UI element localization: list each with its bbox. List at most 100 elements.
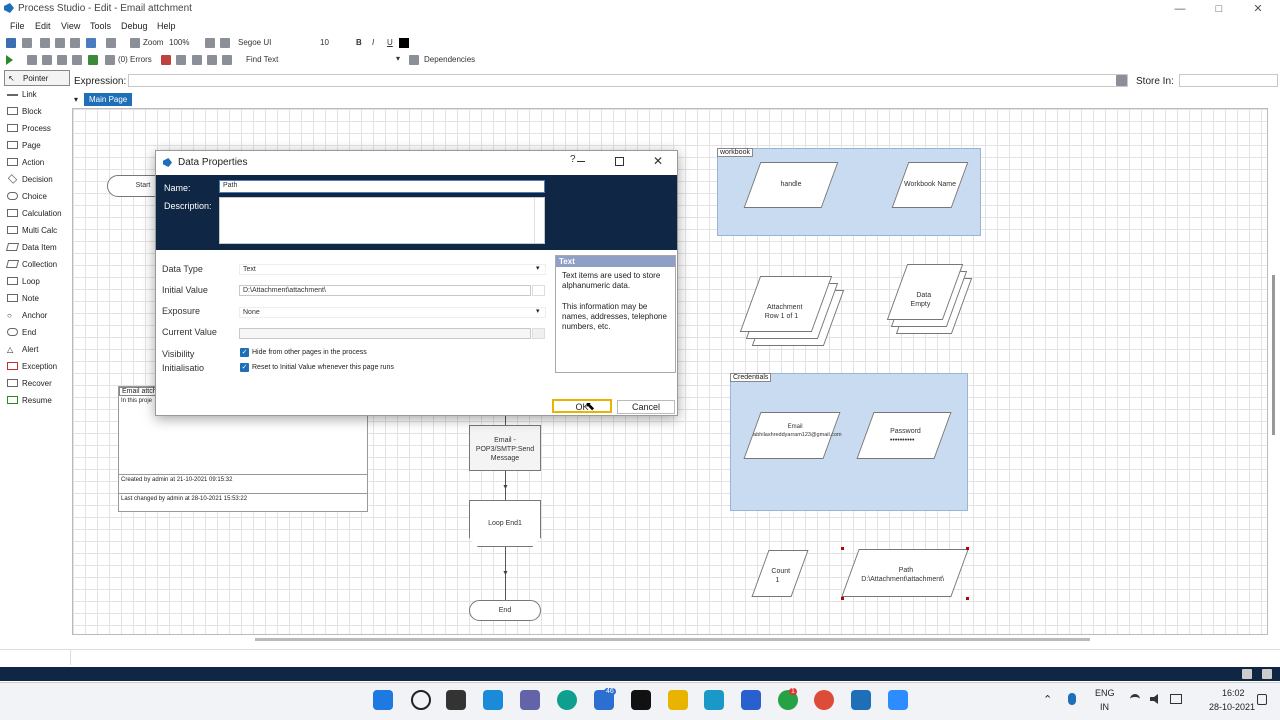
palette-recover[interactable]: Recover — [4, 376, 70, 392]
data-type-select[interactable]: Text — [239, 264, 546, 275]
palette-anchor[interactable]: ○ Anchor — [4, 308, 70, 324]
print-icon[interactable] — [22, 38, 32, 48]
expression-list-icon[interactable] — [1116, 75, 1127, 86]
palette-data-item[interactable]: Data Item — [4, 240, 70, 256]
chrome-icon[interactable] — [814, 690, 834, 710]
find-text-input[interactable]: Find Text — [246, 55, 278, 64]
step-over-icon[interactable] — [57, 55, 67, 65]
palette-note[interactable]: Note — [4, 291, 70, 307]
data-type-dropdown-icon[interactable]: ▾ — [536, 264, 540, 272]
snap-icon[interactable] — [207, 55, 217, 65]
zoom-select[interactable]: 100% — [169, 38, 189, 47]
workbook-name-data-item[interactable]: Workbook Name — [891, 162, 969, 208]
dialog-minimize-button[interactable] — [577, 161, 585, 162]
copy-icon[interactable] — [55, 38, 65, 48]
language-code[interactable]: ENG — [1095, 688, 1115, 698]
page-dropdown-icon[interactable]: ▾ — [74, 95, 78, 104]
prime-video-icon[interactable] — [704, 690, 724, 710]
palette-collection[interactable]: Collection — [4, 257, 70, 273]
end-stage[interactable]: End — [469, 600, 541, 621]
handle-data-item[interactable]: handle — [743, 162, 839, 208]
horizontal-scrollbar[interactable] — [255, 638, 1090, 641]
font-select[interactable]: Segoe UI — [238, 38, 271, 47]
selection-handle[interactable] — [966, 597, 969, 600]
save-icon[interactable] — [6, 38, 16, 48]
step-out-icon[interactable] — [72, 55, 82, 65]
blue-prism-icon[interactable] — [851, 690, 871, 710]
palette-resume[interactable]: Resume — [4, 393, 70, 409]
palette-multi-calc[interactable]: Multi Calc — [4, 223, 70, 239]
vertical-scrollbar[interactable] — [1272, 275, 1275, 435]
palette-action[interactable]: Action — [4, 155, 70, 171]
redo-icon[interactable] — [106, 38, 116, 48]
expression-input[interactable] — [128, 74, 1128, 87]
language-region[interactable]: IN — [1100, 702, 1109, 712]
email-action-stage[interactable]: Email - POP3/SMTP:Send Message — [469, 425, 541, 471]
font-size-select[interactable]: 10 — [320, 38, 329, 47]
description-input[interactable] — [219, 197, 545, 244]
wifi-icon[interactable] — [1130, 694, 1140, 704]
selection-handle[interactable] — [841, 547, 844, 550]
dependencies-icon[interactable] — [409, 55, 419, 65]
layout-toggle-icon[interactable] — [1242, 669, 1252, 679]
link-icon[interactable] — [176, 55, 186, 65]
italic-button[interactable]: I — [372, 38, 374, 47]
zoom-in-icon[interactable] — [205, 38, 215, 48]
menu-help[interactable]: Help — [157, 21, 176, 31]
breakpoint-icon[interactable] — [161, 55, 171, 65]
dialog-help-button[interactable]: ? — [570, 154, 576, 165]
zoom-app-icon[interactable] — [888, 690, 908, 710]
menu-view[interactable]: View — [61, 21, 80, 31]
errors-button[interactable]: (0) Errors — [118, 55, 152, 64]
email-data-item[interactable]: Email abhilashreddyarram123@gmail.com — [743, 412, 842, 459]
palette-loop[interactable]: Loop — [4, 274, 70, 290]
palette-block[interactable]: Block — [4, 104, 70, 120]
netflix-icon[interactable] — [631, 690, 651, 710]
validate-icon[interactable] — [105, 55, 115, 65]
task-view-icon[interactable] — [446, 690, 466, 710]
loop-end-stage[interactable]: Loop End1 — [469, 500, 541, 547]
dialog-maximize-button[interactable] — [615, 157, 624, 166]
underline-button[interactable]: U — [387, 38, 393, 47]
palette-calculation[interactable]: Calculation — [4, 206, 70, 222]
zoom-out-icon[interactable] — [220, 38, 230, 48]
palette-choice[interactable]: Choice — [4, 189, 70, 205]
close-button[interactable]: ✕ — [1243, 1, 1273, 17]
cut-icon[interactable] — [40, 38, 50, 48]
palette-process[interactable]: Process — [4, 121, 70, 137]
minimize-button[interactable]: — — [1165, 1, 1195, 17]
name-input[interactable]: Path — [219, 180, 545, 193]
palette-end[interactable]: End — [4, 325, 70, 341]
battery-icon[interactable] — [1170, 694, 1182, 704]
dialog-close-button[interactable]: ✕ — [653, 154, 663, 168]
bold-button[interactable]: B — [356, 38, 362, 47]
store-in-input[interactable] — [1179, 74, 1278, 87]
menu-file[interactable]: File — [10, 21, 25, 31]
visibility-checkbox[interactable]: ✓ — [240, 348, 249, 357]
initial-value-ellipsis-button[interactable] — [532, 285, 545, 296]
search-icon[interactable] — [411, 690, 431, 710]
pause-icon[interactable] — [27, 55, 37, 65]
exposure-select[interactable]: None — [239, 307, 546, 318]
description-scrollbar[interactable] — [534, 198, 544, 243]
selection-handle[interactable] — [841, 597, 844, 600]
menu-debug[interactable]: Debug — [121, 21, 148, 31]
clock-time[interactable]: 16:02 — [1222, 688, 1245, 698]
palette-link[interactable]: Link — [4, 87, 70, 103]
zoom-icon[interactable] — [130, 38, 140, 48]
tab-main-page[interactable]: Main Page — [84, 93, 133, 106]
cancel-button[interactable]: Cancel — [617, 400, 675, 414]
chat-icon[interactable] — [520, 690, 540, 710]
find-dropdown-icon[interactable]: ▾ — [396, 54, 400, 63]
font-color-button[interactable] — [399, 38, 409, 48]
refresh-icon[interactable] — [88, 55, 98, 65]
palette-page[interactable]: Page — [4, 138, 70, 154]
initial-value-input[interactable]: D:\Attachment\attachment\ — [239, 285, 531, 296]
palette-pointer[interactable]: ↖ Pointer — [4, 70, 70, 86]
microphone-icon[interactable] — [1068, 693, 1076, 705]
start-button-icon[interactable] — [373, 690, 393, 710]
ok-button[interactable]: OK — [552, 399, 612, 413]
palette-exception[interactable]: Exception — [4, 359, 70, 375]
maximize-button[interactable]: □ — [1204, 1, 1234, 17]
selection-handle[interactable] — [966, 547, 969, 550]
